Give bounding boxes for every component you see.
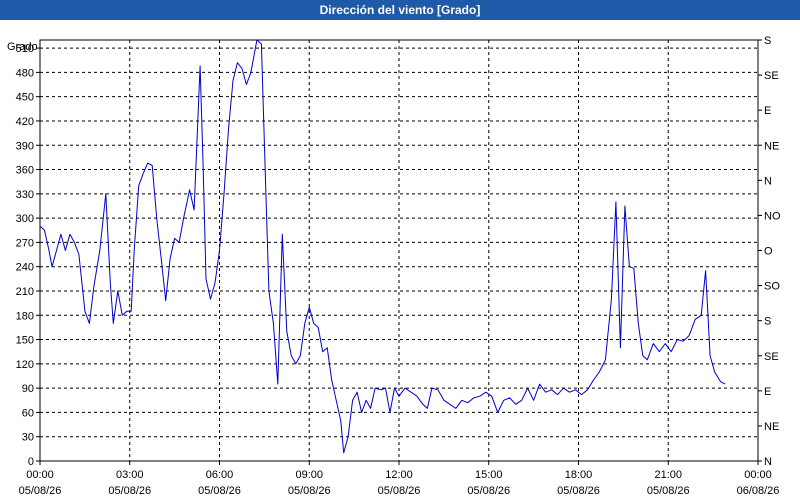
x-tick-time: 09:00 (295, 469, 323, 481)
y-tick-label: 240 (16, 262, 34, 274)
compass-tick-label: S (764, 35, 771, 47)
x-tick-time: 18:00 (565, 469, 593, 481)
x-tick-date: 05/08/26 (198, 485, 241, 497)
x-tick-time: 00:00 (26, 469, 54, 481)
compass-tick-label: NE (764, 140, 779, 152)
x-tick-date: 05/08/26 (557, 485, 600, 497)
y-tick-label: 120 (16, 359, 34, 371)
y-tick-label: 180 (16, 310, 34, 322)
compass-tick-label: SO (764, 281, 780, 293)
x-axis-ticks: 00:00 05/08/26 03:00 05/08/26 06:00 05/08/26 0… (19, 461, 780, 497)
y-tick-label: 330 (16, 189, 34, 201)
x-tick-time: 15:00 (475, 469, 503, 481)
y-tick-label: 210 (16, 286, 34, 298)
compass-tick-label: SE (764, 351, 779, 363)
y-tick-label: 30 (22, 432, 34, 444)
y-tick-label: 270 (16, 237, 34, 249)
right-axis-ticks: N NE E SE S SO O NO N NE E SE S (758, 35, 781, 468)
x-tick-date: 05/08/26 (288, 485, 331, 497)
x-tick-date: 05/08/26 (108, 485, 151, 497)
y-tick-label: 450 (16, 92, 34, 104)
y-tick-label: 360 (16, 165, 34, 177)
compass-tick-label: E (764, 386, 771, 398)
y-tick-label: 0 (28, 456, 34, 468)
x-tick-time: 03:00 (116, 469, 144, 481)
compass-tick-label: SE (764, 70, 779, 82)
compass-tick-label: S (764, 316, 771, 328)
x-tick-date: 05/08/26 (19, 485, 62, 497)
x-tick-date: 05/08/26 (378, 485, 421, 497)
y-tick-label: 150 (16, 335, 34, 347)
y-tick-label: 90 (22, 383, 34, 395)
y-tick-label: 480 (16, 67, 34, 79)
x-tick-date: 05/08/26 (467, 485, 510, 497)
x-tick-date: 05/08/26 (647, 485, 690, 497)
x-tick-time: 00:00 (744, 469, 772, 481)
compass-tick-label: NE (764, 421, 779, 433)
compass-tick-label: O (764, 246, 773, 258)
y-tick-label: 300 (16, 213, 34, 225)
x-tick-time: 21:00 (654, 469, 682, 481)
y-tick-label: 420 (16, 116, 34, 128)
compass-tick-label: NO (764, 210, 781, 222)
x-tick-time: 06:00 (206, 469, 234, 481)
wind-direction-chart: 0 30 60 90 120 150 180 210 240 270 300 330 360 390 420… (7, 35, 781, 497)
compass-tick-label: N (764, 175, 772, 187)
y-axis-label: Grado (7, 41, 38, 53)
left-axis-ticks: 0 30 60 90 120 150 180 210 240 270 300 330 360 390 420… (16, 43, 40, 468)
x-tick-time: 12:00 (385, 469, 413, 481)
compass-tick-label: E (764, 105, 771, 117)
x-tick-date: 06/08/26 (737, 485, 780, 497)
compass-tick-label: N (764, 456, 772, 468)
y-tick-label: 390 (16, 140, 34, 152)
y-tick-label: 60 (22, 407, 34, 419)
